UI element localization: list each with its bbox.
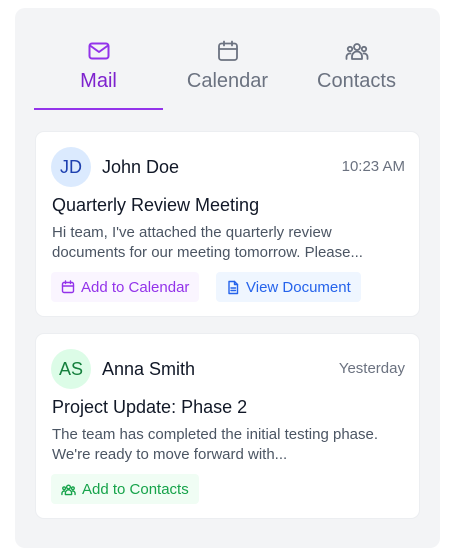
- avatar: JD: [51, 147, 91, 187]
- tab-calendar-label: Calendar: [186, 70, 269, 92]
- add-to-contacts-label: Add to Contacts: [82, 480, 189, 498]
- sender-name: John Doe: [102, 157, 180, 177]
- avatar: AS: [51, 349, 91, 389]
- sender-name: Anna Smith: [102, 359, 196, 379]
- message-preview: The team has completed the initial testi…: [52, 425, 397, 465]
- view-document-label: View Document: [246, 278, 351, 296]
- message-preview-line: We're ready to move forward with...: [52, 446, 288, 463]
- contacts-icon: [345, 38, 369, 64]
- message-preview-line: Hi team, I've attached the quarterly rev…: [52, 224, 332, 241]
- message-subject: Project Update: Phase 2: [52, 397, 248, 417]
- contacts-icon: [61, 483, 76, 496]
- tab-contacts-label: Contacts: [317, 70, 396, 92]
- tab-bar: Mail Calendar Contacts: [34, 36, 422, 110]
- message-subject: Quarterly Review Meeting: [52, 195, 260, 215]
- add-to-calendar-label: Add to Calendar: [81, 278, 190, 296]
- tab-contacts[interactable]: Contacts: [292, 36, 421, 110]
- add-to-contacts-button[interactable]: Add to Contacts: [51, 474, 199, 504]
- message-time: Yesterday: [338, 360, 405, 377]
- tab-mail[interactable]: Mail: [34, 36, 163, 110]
- message-card[interactable]: JD John Doe 10:23 AM Quarterly Review Me…: [35, 131, 420, 317]
- document-icon: [226, 280, 240, 295]
- message-card[interactable]: AS Anna Smith Yesterday Project Update: …: [35, 333, 420, 519]
- tab-calendar[interactable]: Calendar: [163, 36, 292, 110]
- message-preview-line: The team has completed the initial testi…: [52, 426, 379, 443]
- message-time: 10:23 AM: [341, 158, 405, 175]
- mail-icon: [88, 38, 110, 64]
- calendar-icon: [217, 38, 239, 64]
- tab-mail-label: Mail: [80, 70, 117, 92]
- mail-panel: Mail Calendar Contacts JD John Doe 10:23…: [15, 8, 440, 548]
- calendar-icon: [61, 280, 75, 294]
- view-document-button[interactable]: View Document: [216, 272, 361, 302]
- add-to-calendar-button[interactable]: Add to Calendar: [51, 272, 200, 302]
- message-preview-line: documents for our meeting tomorrow. Plea…: [52, 244, 363, 261]
- message-preview: Hi team, I've attached the quarterly rev…: [52, 223, 397, 263]
